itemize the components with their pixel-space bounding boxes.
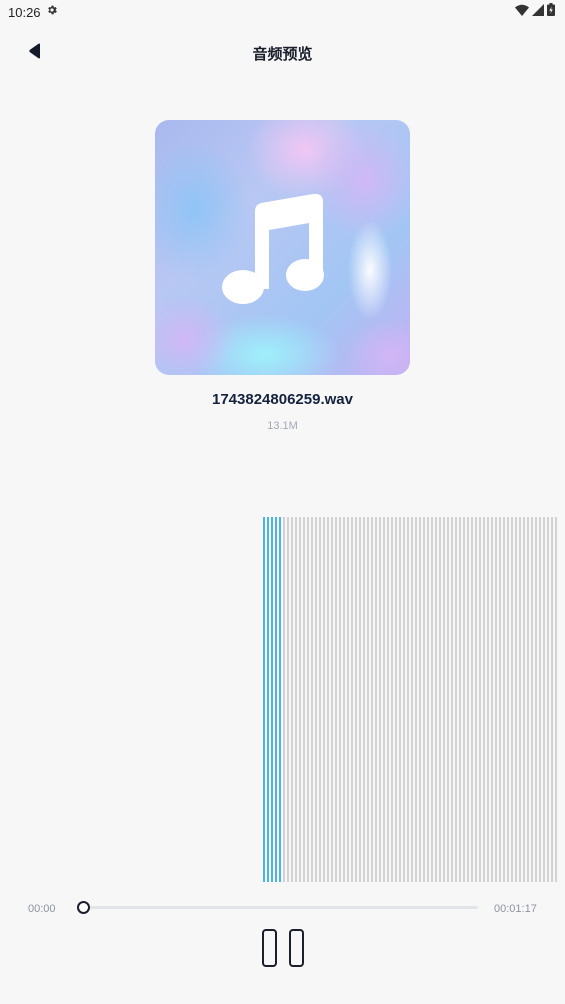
- waveform-bar: [427, 517, 429, 882]
- status-clock: 10:26: [8, 4, 41, 20]
- waveform-bar: [415, 517, 417, 882]
- waveform-bar: [391, 517, 393, 882]
- waveform-bar: [451, 517, 453, 882]
- status-left: 10:26: [8, 3, 58, 21]
- audio-cover-art: [155, 120, 410, 375]
- waveform-bar: [295, 517, 297, 882]
- waveform-bar: [367, 517, 369, 882]
- waveform-bar: [403, 517, 405, 882]
- waveform-bar: [275, 517, 277, 882]
- waveform-bar: [487, 517, 489, 882]
- waveform-bar: [507, 517, 509, 882]
- waveform-bar: [299, 517, 301, 882]
- waveform-bar: [411, 517, 413, 882]
- waveform-bar: [383, 517, 385, 882]
- file-name: 1743824806259.wav: [212, 391, 353, 408]
- signal-icon: [532, 3, 544, 21]
- total-time: 00:01:17: [494, 903, 537, 915]
- battery-icon: [547, 3, 555, 21]
- audio-waveform[interactable]: [0, 517, 565, 882]
- waveform-bar: [347, 517, 349, 882]
- waveform-bar: [279, 517, 281, 882]
- waveform-bar: [267, 517, 269, 882]
- waveform-bar: [543, 517, 545, 882]
- waveform-bar: [339, 517, 341, 882]
- status-bar: 10:26: [0, 0, 565, 24]
- waveform-bar: [523, 517, 525, 882]
- seek-bar-thumb[interactable]: [77, 901, 90, 914]
- pause-icon: [262, 929, 277, 967]
- waveform-bar: [443, 517, 445, 882]
- waveform-bar: [531, 517, 533, 882]
- waveform-bar: [343, 517, 345, 882]
- waveform-bar: [491, 517, 493, 882]
- waveform-bar: [555, 517, 557, 882]
- waveform-bar: [511, 517, 513, 882]
- seek-bar-track[interactable]: [80, 906, 478, 909]
- waveform-bar: [551, 517, 553, 882]
- waveform-bar: [503, 517, 505, 882]
- waveform-bar: [479, 517, 481, 882]
- waveform-bar: [455, 517, 457, 882]
- waveform-bar: [447, 517, 449, 882]
- waveform-bar: [483, 517, 485, 882]
- waveform-bar: [435, 517, 437, 882]
- waveform-bar: [311, 517, 313, 882]
- waveform-bar: [431, 517, 433, 882]
- waveform-bar: [395, 517, 397, 882]
- waveform-bar: [319, 517, 321, 882]
- waveform-bar: [495, 517, 497, 882]
- wifi-icon: [515, 3, 529, 21]
- waveform-bar: [375, 517, 377, 882]
- waveform-bar: [327, 517, 329, 882]
- waveform-bar: [423, 517, 425, 882]
- waveform-bar: [463, 517, 465, 882]
- waveform-bar: [499, 517, 501, 882]
- waveform-bar: [379, 517, 381, 882]
- waveform-bar: [263, 517, 265, 882]
- current-time: 00:00: [28, 903, 56, 915]
- waveform-bar: [535, 517, 537, 882]
- waveform-bar: [291, 517, 293, 882]
- waveform-bar: [399, 517, 401, 882]
- waveform-bar: [287, 517, 289, 882]
- waveform-bar: [527, 517, 529, 882]
- pause-icon-bar: [289, 929, 304, 967]
- waveform-bar: [331, 517, 333, 882]
- file-size: 13.1M: [267, 420, 298, 432]
- waveform-bar: [335, 517, 337, 882]
- page-title: 音频预览: [252, 45, 313, 63]
- waveform-bar: [471, 517, 473, 882]
- waveform-bar: [271, 517, 273, 882]
- music-note-icon: [221, 193, 325, 307]
- waveform-bar: [467, 517, 469, 882]
- waveform-bar: [355, 517, 357, 882]
- pause-button[interactable]: [262, 928, 304, 968]
- waveform-bar: [351, 517, 353, 882]
- waveform-bar: [519, 517, 521, 882]
- waveform-bar: [419, 517, 421, 882]
- waveform-bar: [303, 517, 305, 882]
- waveform-bar: [459, 517, 461, 882]
- waveform-bar: [323, 517, 325, 882]
- settings-gear-icon: [46, 3, 58, 21]
- waveform-bar: [539, 517, 541, 882]
- waveform-bar: [547, 517, 549, 882]
- status-right: [515, 3, 555, 21]
- waveform-bar: [515, 517, 517, 882]
- waveform-bar: [407, 517, 409, 882]
- waveform-bar: [283, 517, 285, 882]
- waveform-bar: [359, 517, 361, 882]
- waveform-bar: [371, 517, 373, 882]
- waveform-bar: [307, 517, 309, 882]
- header: 音频预览: [0, 34, 565, 72]
- waveform-bar: [387, 517, 389, 882]
- waveform-bar: [363, 517, 365, 882]
- waveform-bar: [439, 517, 441, 882]
- waveform-bar: [475, 517, 477, 882]
- waveform-bar: [315, 517, 317, 882]
